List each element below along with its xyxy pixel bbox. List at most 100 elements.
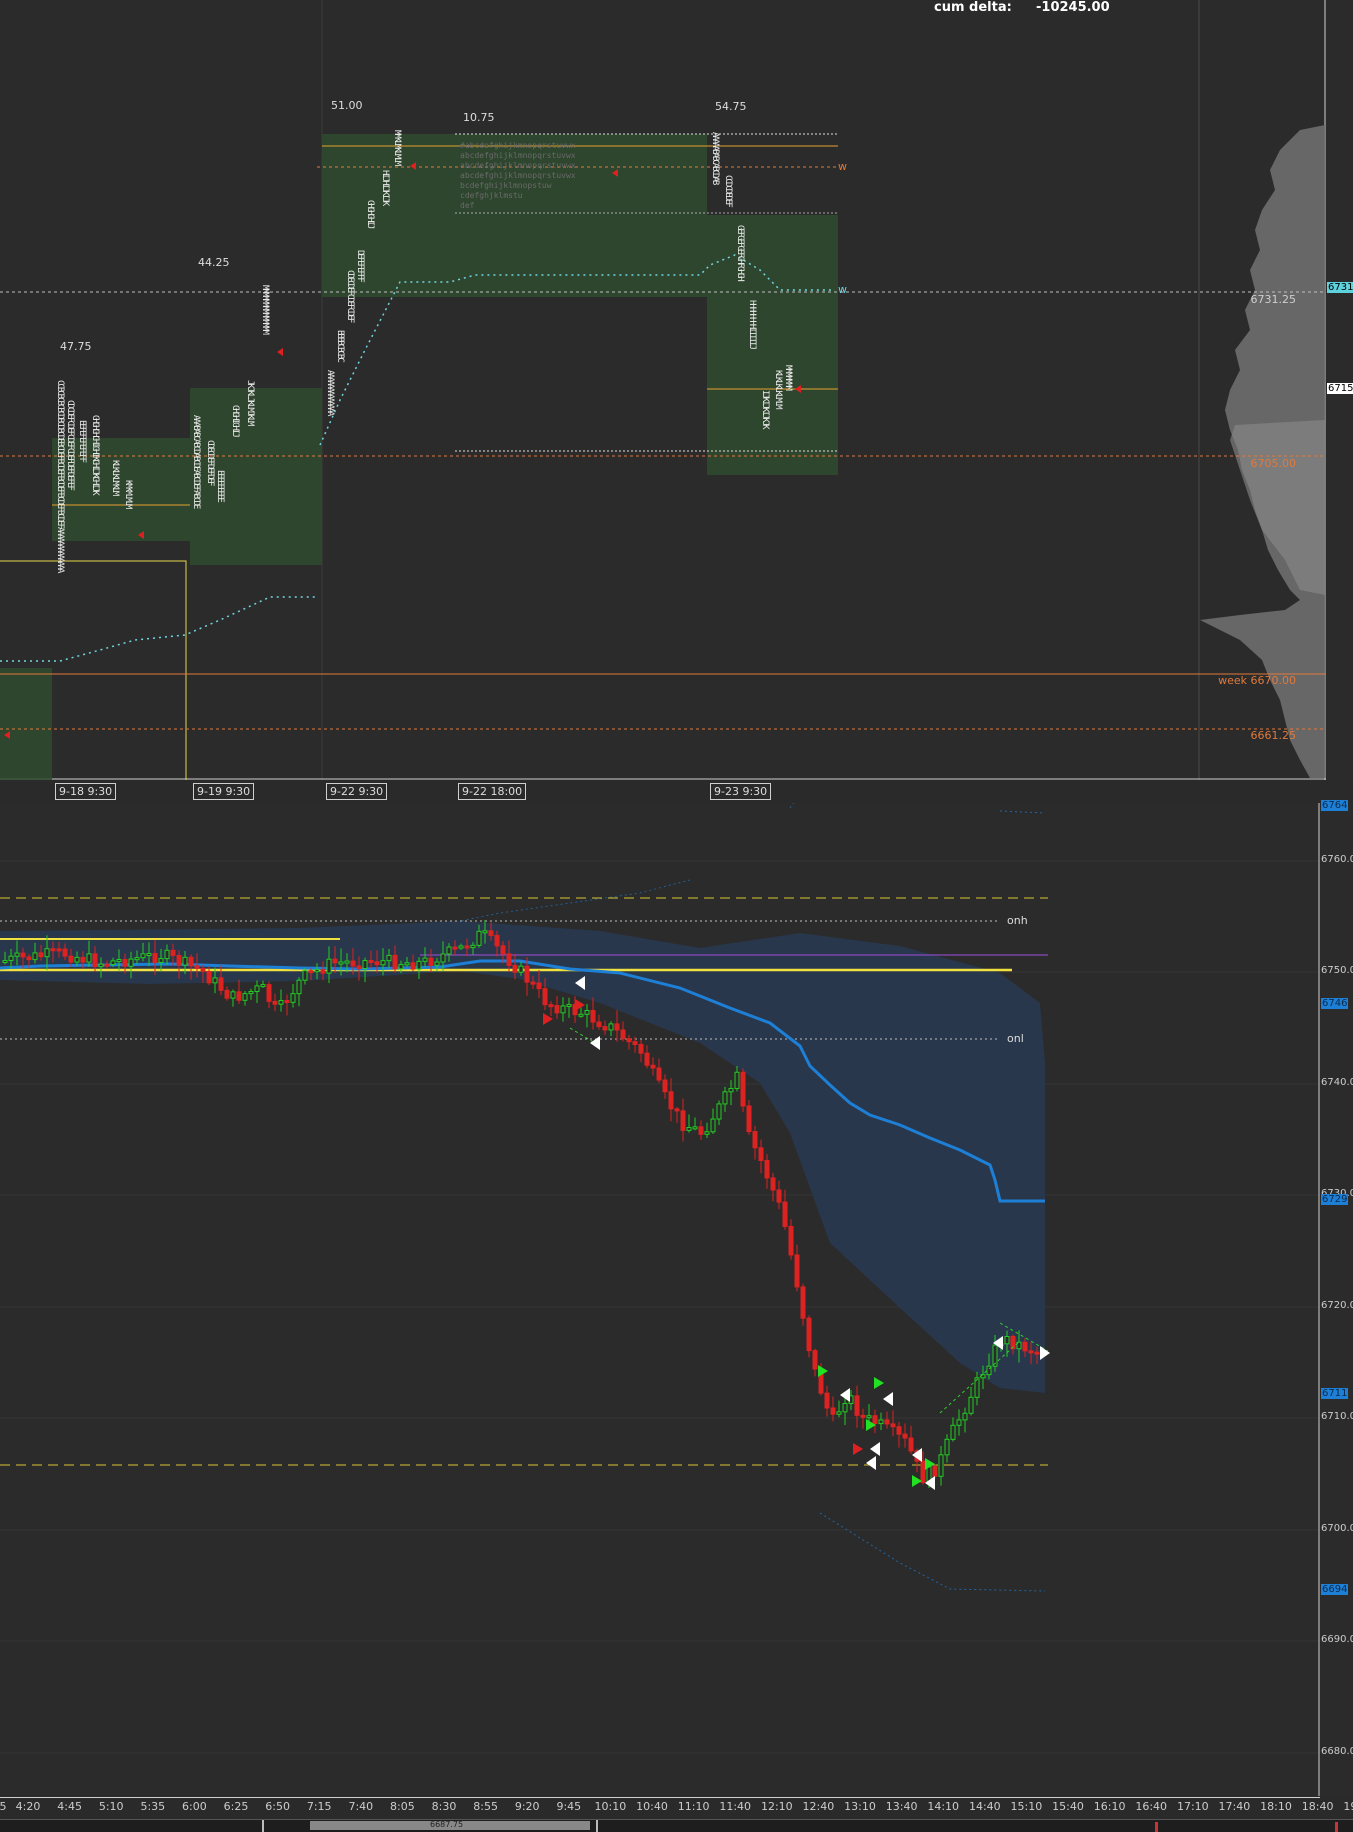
svg-text:MMMMMMMMMMMMMM: MMMMMMMMMMMMMM xyxy=(260,285,270,335)
svg-text:HIJHIJKIJK: HIJHIJKIJK xyxy=(380,170,390,207)
svg-text:MMKLMKLMLM: MMKLMKLMLM xyxy=(392,130,402,167)
candle-body xyxy=(344,960,350,964)
candle-body xyxy=(200,967,206,972)
bottom-price-axis[interactable]: 6764 6760.0 6750.0 6746 6740.0 6730.0 67… xyxy=(1321,800,1353,1796)
svg-text:abcdefghijklmnopqrstuvwx: abcdefghijklmnopqrstuvwx xyxy=(460,161,576,170)
candle-body xyxy=(830,1407,836,1415)
time-tick: 15:40 xyxy=(1052,1800,1084,1813)
candle-body xyxy=(38,952,44,958)
band-badge: 6764 xyxy=(1321,800,1349,811)
candle-body xyxy=(1004,1335,1010,1345)
time-tick: 17:40 xyxy=(1218,1800,1251,1813)
candle-body xyxy=(788,1225,794,1256)
price-label: 6731.25 xyxy=(1250,293,1297,306)
time-tick: 19:10 xyxy=(1343,1800,1353,1813)
time-tick: 11:10 xyxy=(677,1800,710,1813)
price-label: week 6670.00 xyxy=(1218,674,1296,687)
candle-body xyxy=(266,984,272,1002)
candle-body xyxy=(248,991,254,995)
candle-body xyxy=(596,1021,602,1028)
candle-body xyxy=(440,953,446,963)
time-axis[interactable]: 5 4:20 4:45 5:10 5:35 6:00 6:25 6:50 7:15 7:40 8:0… xyxy=(0,1797,1353,1820)
candle-body xyxy=(548,1004,554,1008)
time-tick: 18:40 xyxy=(1301,1800,1334,1813)
candle-body xyxy=(662,1079,668,1093)
candle-body xyxy=(230,991,236,999)
price-tick: 6700.0 xyxy=(1321,1523,1353,1534)
candle-body xyxy=(452,946,458,950)
candle-body xyxy=(140,953,146,959)
top-price-axis[interactable]: 6731 6715 xyxy=(1327,0,1353,780)
candle-body xyxy=(782,1201,788,1227)
session-date-label: 9-22 18:00 xyxy=(458,783,527,800)
candle-body xyxy=(860,1414,866,1418)
time-tick: 13:10 xyxy=(844,1800,876,1813)
time-tick: 17:10 xyxy=(1176,1800,1209,1813)
band-badge: 6711 xyxy=(1321,1388,1349,1399)
candle-body xyxy=(794,1254,800,1288)
candle-body xyxy=(50,948,56,952)
price-tick: 6680.0 xyxy=(1321,1746,1353,1757)
candle-body xyxy=(194,965,200,969)
candle-body xyxy=(434,961,440,966)
candle-body xyxy=(668,1091,674,1110)
candle-body xyxy=(470,944,476,949)
svg-text:KLKLKLKLMLM: KLKLKLKLMLM xyxy=(773,370,783,410)
candle-body xyxy=(530,981,536,985)
candle-body xyxy=(656,1067,662,1081)
candle-body xyxy=(212,977,218,984)
candle-body xyxy=(674,1108,680,1112)
time-tick: 5:35 xyxy=(140,1800,166,1813)
candle-body xyxy=(446,946,452,955)
time-tick: 5 xyxy=(0,1800,7,1813)
price-label: 6661.25 xyxy=(1250,729,1297,742)
candle-body xyxy=(404,962,410,966)
candle-body xyxy=(416,960,422,970)
candle-body xyxy=(104,963,110,967)
horizontal-scrollbar[interactable]: 6687.75 xyxy=(0,1819,1353,1832)
svg-text:GHGHGHGHIGHIKGHIJKGHIJK: GHGHGHGHIGHIKGHIJKGHIJK xyxy=(90,415,100,496)
candle-body xyxy=(500,945,506,955)
time-tick: 6:50 xyxy=(265,1800,290,1813)
profile-range-value: 44.25 xyxy=(198,256,230,269)
candle-body xyxy=(638,1043,644,1054)
candle-body xyxy=(80,956,86,963)
candle-body xyxy=(146,953,152,957)
candle-body xyxy=(1028,1350,1034,1354)
session-date-label: 9-23 9:30 xyxy=(710,783,772,800)
candle-body xyxy=(122,959,128,967)
candle-body xyxy=(236,991,242,1001)
candle-body xyxy=(602,1026,608,1031)
time-tick: 18:10 xyxy=(1260,1800,1292,1813)
candle-body xyxy=(20,952,26,958)
candle-body xyxy=(698,1126,704,1135)
candle-body xyxy=(152,953,158,963)
svg-text:CDCDEFCDEFCDEFCDEFDEFDEFEF: CDCDEFCDEFCDEFCDEFDEFDEFEF xyxy=(65,400,75,490)
candle-body xyxy=(206,970,212,984)
candle-body xyxy=(368,960,374,964)
candle-body xyxy=(884,1419,890,1425)
candle-body xyxy=(752,1131,758,1149)
price-tick: 6720.0 xyxy=(1321,1300,1353,1311)
candle-body xyxy=(728,1087,734,1093)
candle-body xyxy=(86,953,92,963)
candle-body xyxy=(632,1041,638,1045)
scrollbar-value: 6687.75 xyxy=(430,1820,464,1829)
time-tick: 12:10 xyxy=(760,1800,793,1813)
price-tag: 6715 xyxy=(1327,383,1353,394)
candle-body xyxy=(644,1052,650,1066)
candle-body xyxy=(740,1071,746,1107)
market-profile-chart[interactable]: CCBCBCBCBCDBCDBCDEBCDEFBCDEFBCDEFBCDEFBC… xyxy=(0,0,1326,780)
candle-body xyxy=(710,1118,716,1133)
candle-body xyxy=(806,1317,812,1352)
candle-body xyxy=(536,982,542,990)
candle-body xyxy=(392,954,398,970)
profile-range-value: 54.75 xyxy=(715,100,747,113)
candlestick-chart[interactable]: onh onl xyxy=(0,803,1320,1796)
candle-body xyxy=(680,1110,686,1131)
candle-body xyxy=(962,1412,968,1421)
svg-text:EEFEFEFEFEFF: EEFEFEFEFEFF xyxy=(77,420,87,463)
time-tick: 14:40 xyxy=(968,1800,1001,1813)
candle-body xyxy=(458,945,464,949)
time-tick: 10:40 xyxy=(636,1800,668,1813)
